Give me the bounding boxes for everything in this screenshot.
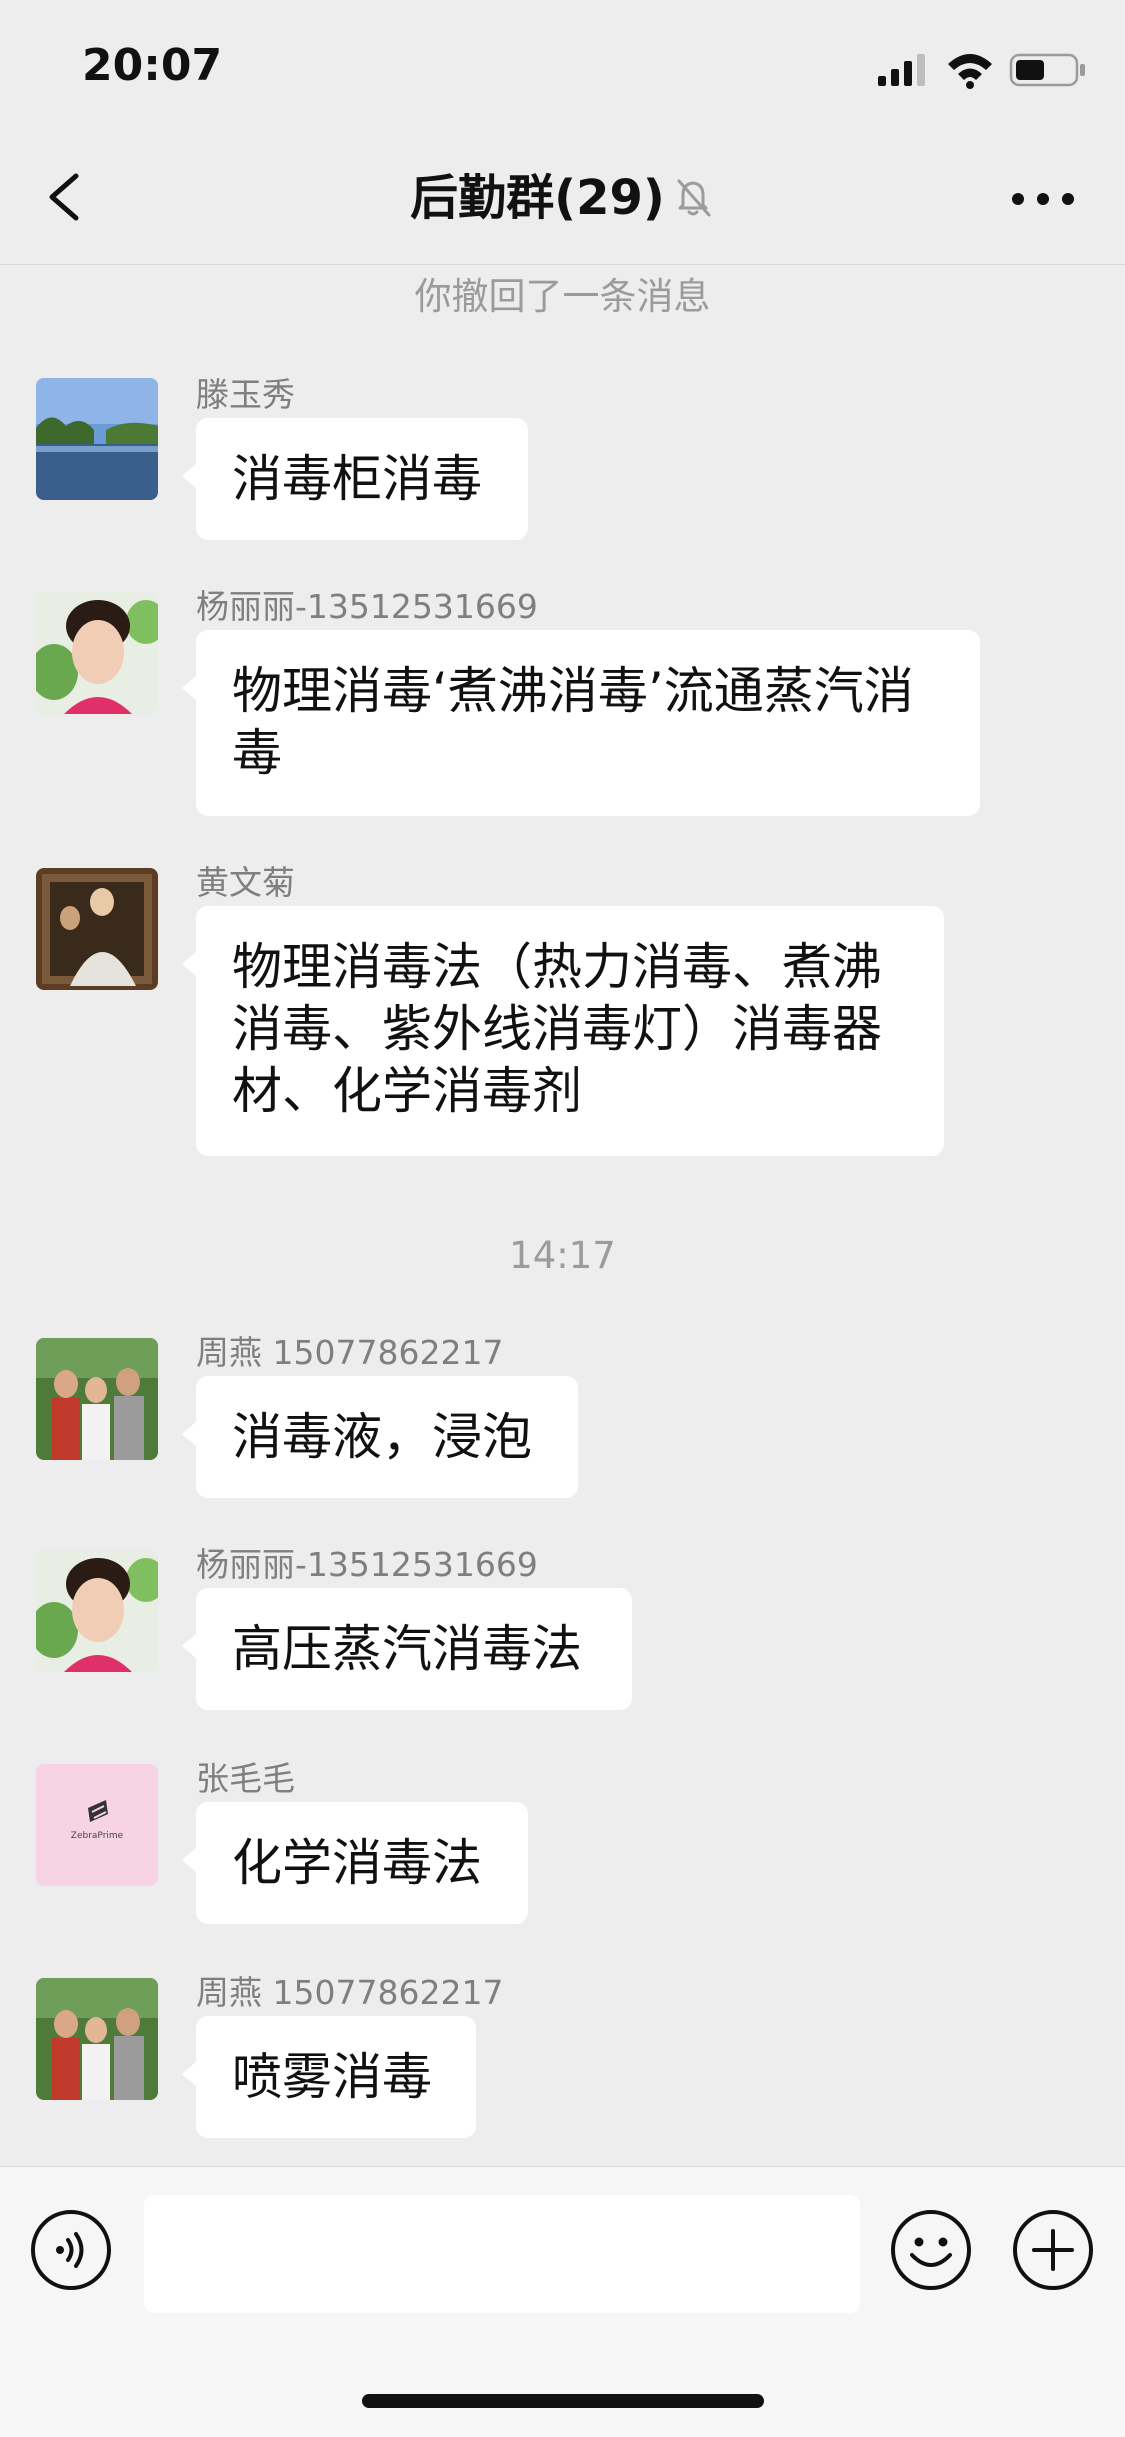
- bell-slash-icon: [671, 175, 715, 219]
- message-sender: 周燕 15077862217: [196, 1333, 504, 1372]
- voice-icon: [31, 2210, 111, 2290]
- message-line: 消毒、紫外线消毒灯）消毒器: [232, 1000, 882, 1058]
- more-button[interactable]: [1008, 174, 1078, 224]
- message-input[interactable]: [144, 2195, 860, 2313]
- nav-bar: 后勤群(29): [0, 132, 1125, 265]
- chat-title-wrap: 后勤群(29): [0, 170, 1125, 226]
- message-line: 物理消毒法（热力消毒、煮沸: [232, 938, 882, 996]
- message-sender: 周燕 15077862217: [196, 1973, 504, 2012]
- chat-title: 后勤群(29): [410, 170, 665, 226]
- message-line: 高压蒸汽消毒法: [232, 1620, 582, 1678]
- message-line: 毒: [232, 724, 282, 782]
- message-sender: 黄文菊: [196, 863, 295, 902]
- message-bubble[interactable]: 高压蒸汽消毒法: [182, 1588, 632, 1710]
- message-sender: 滕玉秀: [196, 375, 295, 414]
- voice-button[interactable]: [30, 2209, 112, 2291]
- plus-button[interactable]: [1012, 2209, 1094, 2291]
- message-bubble[interactable]: 物理消毒法（热力消毒、煮沸 消毒、紫外线消毒灯）消毒器 材、化学消毒剂: [182, 906, 944, 1156]
- message-bubble[interactable]: 消毒液，浸泡: [182, 1376, 578, 1498]
- avatar[interactable]: ZebraPrime: [36, 1764, 158, 1886]
- status-bar: 20:07: [0, 0, 1125, 132]
- avatar[interactable]: [36, 1978, 158, 2100]
- message-bubble[interactable]: 喷雾消毒: [182, 2016, 476, 2138]
- message-bubble[interactable]: 物理消毒‘煮沸消毒’流通蒸汽消 毒: [182, 630, 980, 816]
- avatar[interactable]: [36, 378, 158, 500]
- more-dots-icon: [1012, 193, 1074, 205]
- message-line: 喷雾消毒: [232, 2048, 432, 2106]
- avatar-logo-text: ZebraPrime: [71, 1831, 124, 1841]
- emoji-icon: [891, 2210, 971, 2290]
- avatar[interactable]: [36, 1338, 158, 1460]
- message-line: 消毒柜消毒: [232, 450, 482, 508]
- message-line: 材、化学消毒剂: [232, 1062, 582, 1120]
- emoji-button[interactable]: [890, 2209, 972, 2291]
- avatar[interactable]: [36, 868, 158, 990]
- message-bubble[interactable]: 消毒柜消毒: [182, 418, 528, 540]
- message-bubble[interactable]: 化学消毒法: [182, 1802, 528, 1924]
- message-sender: 张毛毛: [196, 1759, 295, 1798]
- message-sender: 杨丽丽-13512531669: [196, 587, 538, 626]
- battery-icon: [1009, 53, 1085, 87]
- message-line: 化学消毒法: [232, 1834, 482, 1892]
- avatar[interactable]: [36, 592, 158, 714]
- avatar[interactable]: [36, 1550, 158, 1672]
- status-time: 20:07: [82, 40, 223, 91]
- plus-icon: [1013, 2210, 1093, 2290]
- status-icons: [878, 50, 1088, 90]
- signal-icon: [878, 54, 925, 86]
- message-line: 消毒液，浸泡: [232, 1408, 532, 1466]
- timestamp: 14:17: [509, 1234, 616, 1277]
- message-sender: 杨丽丽-13512531669: [196, 1545, 538, 1584]
- wifi-icon: [948, 54, 992, 89]
- home-indicator[interactable]: [362, 2394, 764, 2408]
- message-line: 物理消毒‘煮沸消毒’流通蒸汽消: [232, 662, 914, 720]
- recall-notice: 你撤回了一条消息: [414, 275, 711, 318]
